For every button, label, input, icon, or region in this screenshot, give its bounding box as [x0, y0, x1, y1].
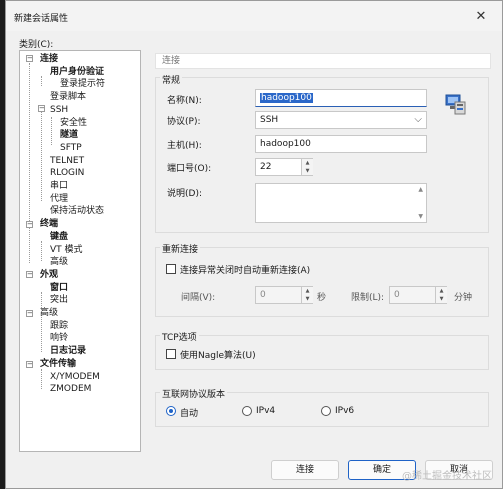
chevron-down-icon: ⌵ — [414, 114, 422, 125]
port-spin-down[interactable]: ▼ — [301, 167, 313, 175]
tree-item[interactable]: 日志记录 — [50, 345, 86, 358]
computer-network-icon — [443, 92, 467, 116]
interval-spin-up[interactable]: ▲ — [301, 287, 313, 295]
ip-auto-radio[interactable] — [166, 406, 176, 416]
collapse-appearance-icon[interactable]: − — [26, 271, 33, 278]
ipv6-radio[interactable] — [321, 406, 331, 416]
tree-item[interactable]: 窗口 — [50, 282, 68, 295]
tree-item[interactable]: VT 模式 — [50, 244, 83, 257]
tree-item[interactable]: SFTP — [60, 142, 82, 155]
tree-item[interactable]: RLOGIN — [50, 167, 84, 180]
collapse-terminal-icon[interactable]: − — [26, 221, 33, 228]
tree-item[interactable]: 响铃 — [50, 332, 68, 345]
ip-auto-label[interactable]: 自动 — [180, 406, 198, 419]
host-field[interactable]: hadoop100 — [255, 135, 427, 153]
collapse-connection-icon[interactable]: − — [26, 55, 33, 62]
connect-button[interactable]: 连接 — [271, 460, 339, 480]
tree-item[interactable]: 隧道 — [60, 129, 78, 142]
interval-label: 间隔(V): — [181, 293, 216, 303]
window-title: 新建会话属性 — [14, 14, 69, 24]
tree-item[interactable]: SSH — [50, 104, 68, 117]
tree-item[interactable]: 登录提示符 — [60, 78, 105, 91]
tree-item[interactable]: 安全性 — [60, 117, 87, 130]
description-field[interactable]: ▲ ▼ — [255, 183, 427, 223]
port-spin-up[interactable]: ▲ — [301, 159, 313, 167]
tree-item[interactable]: 键盘 — [50, 231, 68, 244]
name-label: 名称(N): — [167, 96, 202, 106]
tree-item[interactable]: 高级 — [40, 307, 58, 320]
tree-item[interactable]: 高级 — [50, 256, 68, 269]
tree-item[interactable]: 用户身份验证 — [50, 66, 104, 79]
auto-reconnect-label[interactable]: 连接异常关闭时自动重新连接(A) — [180, 263, 310, 276]
collapse-file-transfer-icon[interactable]: − — [26, 361, 33, 368]
port-label: 端口号(O): — [167, 164, 212, 174]
name-field[interactable]: hadoop100 — [255, 89, 427, 107]
auto-reconnect-checkbox[interactable] — [166, 264, 176, 274]
tree-item[interactable]: 终端 — [40, 218, 58, 231]
tree-item[interactable]: 突出 — [50, 294, 68, 307]
host-label: 主机(H): — [167, 141, 202, 151]
tree-item[interactable]: 保持活动状态 — [50, 205, 104, 218]
category-label: 类别(C): — [19, 40, 54, 50]
scroll-up-icon[interactable]: ▲ — [418, 186, 423, 193]
tree-item[interactable]: 连接 — [40, 53, 58, 66]
description-label: 说明(D): — [167, 189, 202, 199]
category-tree[interactable]: − − − − − − 连接 用户身份验证 登录提示符 登录脚本 SSH 安全性 隧道 SFT… — [19, 50, 141, 452]
reconnect-group — [155, 247, 489, 317]
scroll-down-icon[interactable]: ▼ — [418, 213, 423, 220]
tree-item[interactable]: 登录脚本 — [50, 91, 86, 104]
nagle-checkbox[interactable] — [166, 349, 176, 359]
reconnect-group-title: 重新连接 — [160, 242, 201, 255]
connection-panel: 连接 常规 名称(N): hadoop100 协议(P): SSH ⌵ 主机(H… — [151, 50, 493, 452]
tree-item[interactable]: TELNET — [50, 155, 84, 168]
ip-version-group-title: 互联网协议版本 — [160, 387, 228, 400]
protocol-select[interactable]: SSH ⌵ — [255, 111, 427, 129]
protocol-label: 协议(P): — [167, 117, 201, 127]
nagle-label[interactable]: 使用Nagle算法(U) — [180, 348, 256, 361]
watermark: @稀土掘金技术社区 — [402, 471, 492, 482]
panel-header: 连接 — [155, 53, 491, 69]
collapse-advanced-icon[interactable]: − — [26, 310, 33, 317]
ipv4-label[interactable]: IPv4 — [256, 406, 275, 416]
limit-spin-down[interactable]: ▼ — [435, 295, 447, 303]
tree-item[interactable]: 文件传输 — [40, 358, 76, 371]
tree-item[interactable]: 代理 — [50, 193, 68, 206]
collapse-ssh-icon[interactable]: − — [38, 105, 45, 112]
seconds-unit: 秒 — [317, 293, 327, 303]
ipv6-label[interactable]: IPv6 — [335, 406, 354, 416]
tcp-group-title: TCP选项 — [160, 330, 199, 343]
close-icon[interactable]: ✕ — [470, 7, 492, 27]
limit-label: 限制(L): — [351, 293, 385, 303]
tree-item[interactable]: 串口 — [50, 180, 68, 193]
tree-item[interactable]: 外观 — [40, 269, 58, 282]
interval-spin-down[interactable]: ▼ — [301, 295, 313, 303]
session-properties-dialog: 新建会话属性 ✕ 类别(C): − − − − − − 连接 用户身份验证 登录提示… — [5, 0, 503, 489]
minutes-unit: 分钟 — [454, 293, 473, 303]
tree-item[interactable]: ZMODEM — [50, 383, 91, 396]
general-group-title: 常规 — [160, 73, 183, 86]
ipv4-radio[interactable] — [242, 406, 252, 416]
title-bar: 新建会话属性 ✕ — [6, 1, 502, 31]
tree-item[interactable]: 跟踪 — [50, 320, 68, 333]
limit-spin-up[interactable]: ▲ — [435, 287, 447, 295]
tree-item[interactable]: X/YMODEM — [50, 371, 100, 384]
